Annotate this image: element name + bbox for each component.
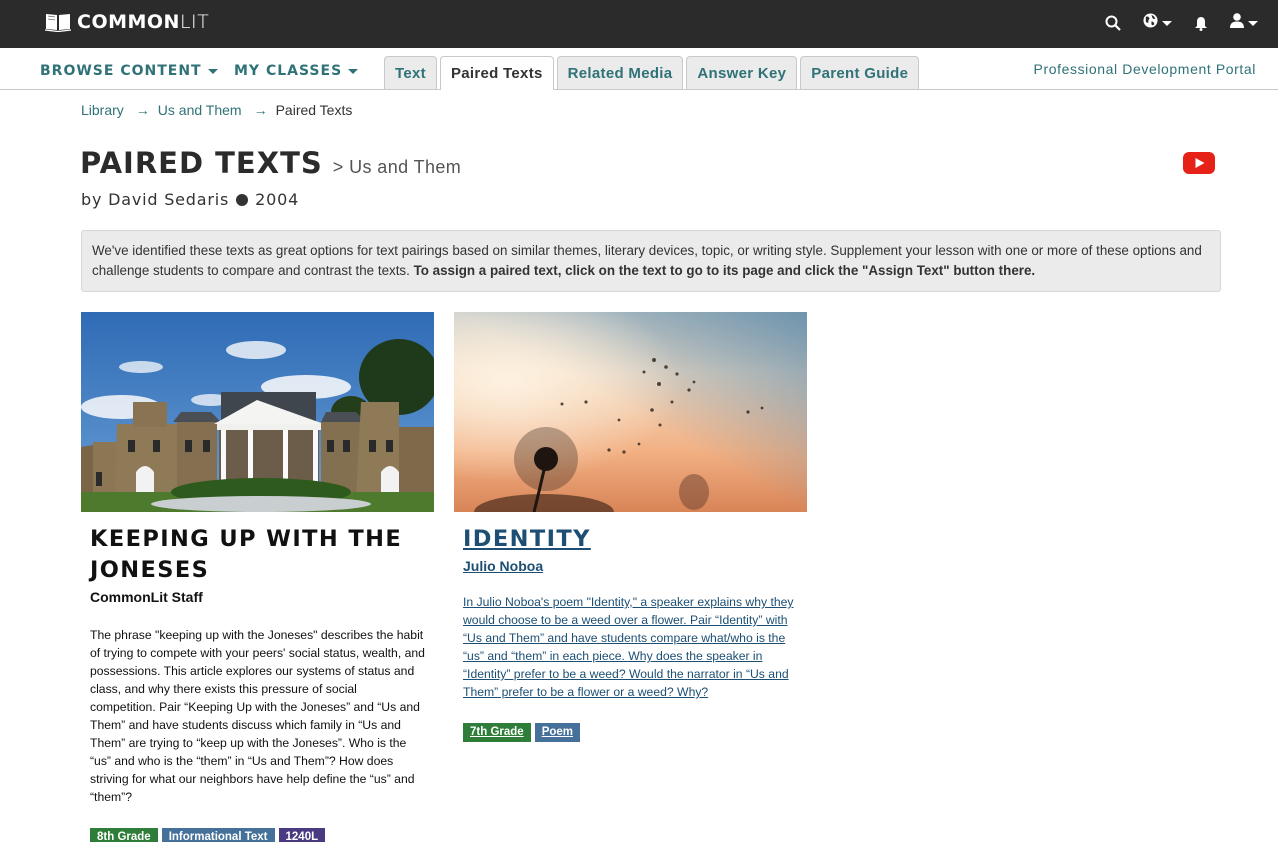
card-title[interactable]: IDENTITY bbox=[463, 524, 798, 555]
card-tags: 7th Grade Poem bbox=[463, 723, 798, 742]
grade-tag[interactable]: 7th Grade bbox=[463, 723, 531, 742]
card-title[interactable]: KEEPING UP WITH THE JONESES bbox=[90, 524, 425, 586]
breadcrumb-current: Paired Texts bbox=[275, 102, 353, 118]
user-menu[interactable] bbox=[1230, 12, 1258, 34]
mansion-photo[interactable] bbox=[81, 312, 434, 512]
tab-related-media[interactable]: Related Media bbox=[556, 56, 684, 89]
browse-content-label: BROWSE CONTENT bbox=[40, 63, 202, 79]
chevron-down-icon bbox=[1162, 20, 1172, 26]
top-icons bbox=[1083, 12, 1258, 34]
commonlit-logo[interactable]: COMMONLIT bbox=[44, 11, 210, 33]
professional-development-portal-link[interactable]: Professional Development Portal bbox=[1034, 61, 1256, 77]
card-author: CommonLit Staff bbox=[90, 589, 203, 605]
my-classes-menu[interactable]: MY CLASSES bbox=[234, 63, 359, 79]
info-instructions: To assign a paired text, click on the te… bbox=[413, 263, 1036, 278]
breadcrumb-library[interactable]: Library bbox=[81, 102, 124, 118]
bell-icon[interactable] bbox=[1194, 12, 1208, 34]
browse-content-menu[interactable]: BROWSE CONTENT bbox=[40, 63, 218, 79]
genre-tag[interactable]: Informational Text bbox=[161, 828, 275, 842]
tab-text[interactable]: Text bbox=[384, 56, 437, 89]
paired-text-card: IDENTITY Julio Noboa In Julio Noboa's po… bbox=[454, 312, 807, 742]
open-book-icon bbox=[44, 12, 72, 33]
text-tabs: Text Paired Texts Related Media Answer K… bbox=[384, 56, 922, 90]
grade-tag[interactable]: 8th Grade bbox=[90, 828, 158, 842]
page-title-subtitle: > Us and Them bbox=[332, 157, 462, 177]
genre-tag[interactable]: Poem bbox=[534, 723, 581, 742]
youtube-icon[interactable] bbox=[1183, 152, 1215, 174]
pairing-info-box: We've identified these texts as great op… bbox=[81, 230, 1221, 292]
breadcrumb-us-and-them[interactable]: Us and Them bbox=[158, 102, 242, 118]
author-name: by David Sedaris bbox=[81, 190, 230, 209]
chevron-down-icon bbox=[207, 68, 218, 74]
secondary-nav: BROWSE CONTENT MY CLASSES Text Paired Te… bbox=[0, 48, 1278, 90]
page-title-main: PAIRED TEXTS bbox=[80, 146, 323, 180]
byline: by David Sedaris 2004 bbox=[81, 190, 299, 209]
separator-dot bbox=[236, 193, 249, 206]
arrow-right-icon: → bbox=[253, 102, 268, 118]
card-description[interactable]: In Julio Noboa's poem "Identity," a spea… bbox=[463, 593, 798, 701]
search-icon[interactable] bbox=[1105, 12, 1121, 34]
tab-answer-key[interactable]: Answer Key bbox=[686, 56, 798, 89]
tab-paired-texts[interactable]: Paired Texts bbox=[439, 56, 554, 90]
tab-parent-guide[interactable]: Parent Guide bbox=[800, 56, 920, 89]
chevron-down-icon bbox=[348, 68, 359, 74]
chevron-down-icon bbox=[1248, 20, 1258, 26]
arrow-right-icon: → bbox=[135, 102, 150, 118]
language-menu[interactable] bbox=[1143, 12, 1172, 34]
page-title: PAIRED TEXTS > Us and Them bbox=[80, 146, 461, 180]
lexile-tag[interactable]: 1240L bbox=[278, 828, 326, 842]
dandelion-photo[interactable] bbox=[454, 312, 807, 512]
card-body: IDENTITY Julio Noboa In Julio Noboa's po… bbox=[454, 512, 807, 742]
top-bar: COMMONLIT bbox=[0, 0, 1278, 48]
card-body: KEEPING UP WITH THE JONESES CommonLit St… bbox=[81, 512, 434, 842]
card-tags: 8th Grade Informational Text 1240L bbox=[90, 828, 425, 842]
publication-year: 2004 bbox=[255, 190, 300, 209]
user-icon bbox=[1230, 13, 1244, 33]
card-description: The phrase "keeping up with the Joneses"… bbox=[90, 628, 425, 804]
globe-icon bbox=[1143, 13, 1158, 33]
breadcrumb: Library → Us and Them → Paired Texts bbox=[81, 102, 352, 118]
card-author[interactable]: Julio Noboa bbox=[463, 558, 798, 574]
my-classes-label: MY CLASSES bbox=[234, 63, 343, 79]
logo-text: COMMONLIT bbox=[77, 11, 210, 33]
paired-text-card: KEEPING UP WITH THE JONESES CommonLit St… bbox=[81, 312, 434, 842]
